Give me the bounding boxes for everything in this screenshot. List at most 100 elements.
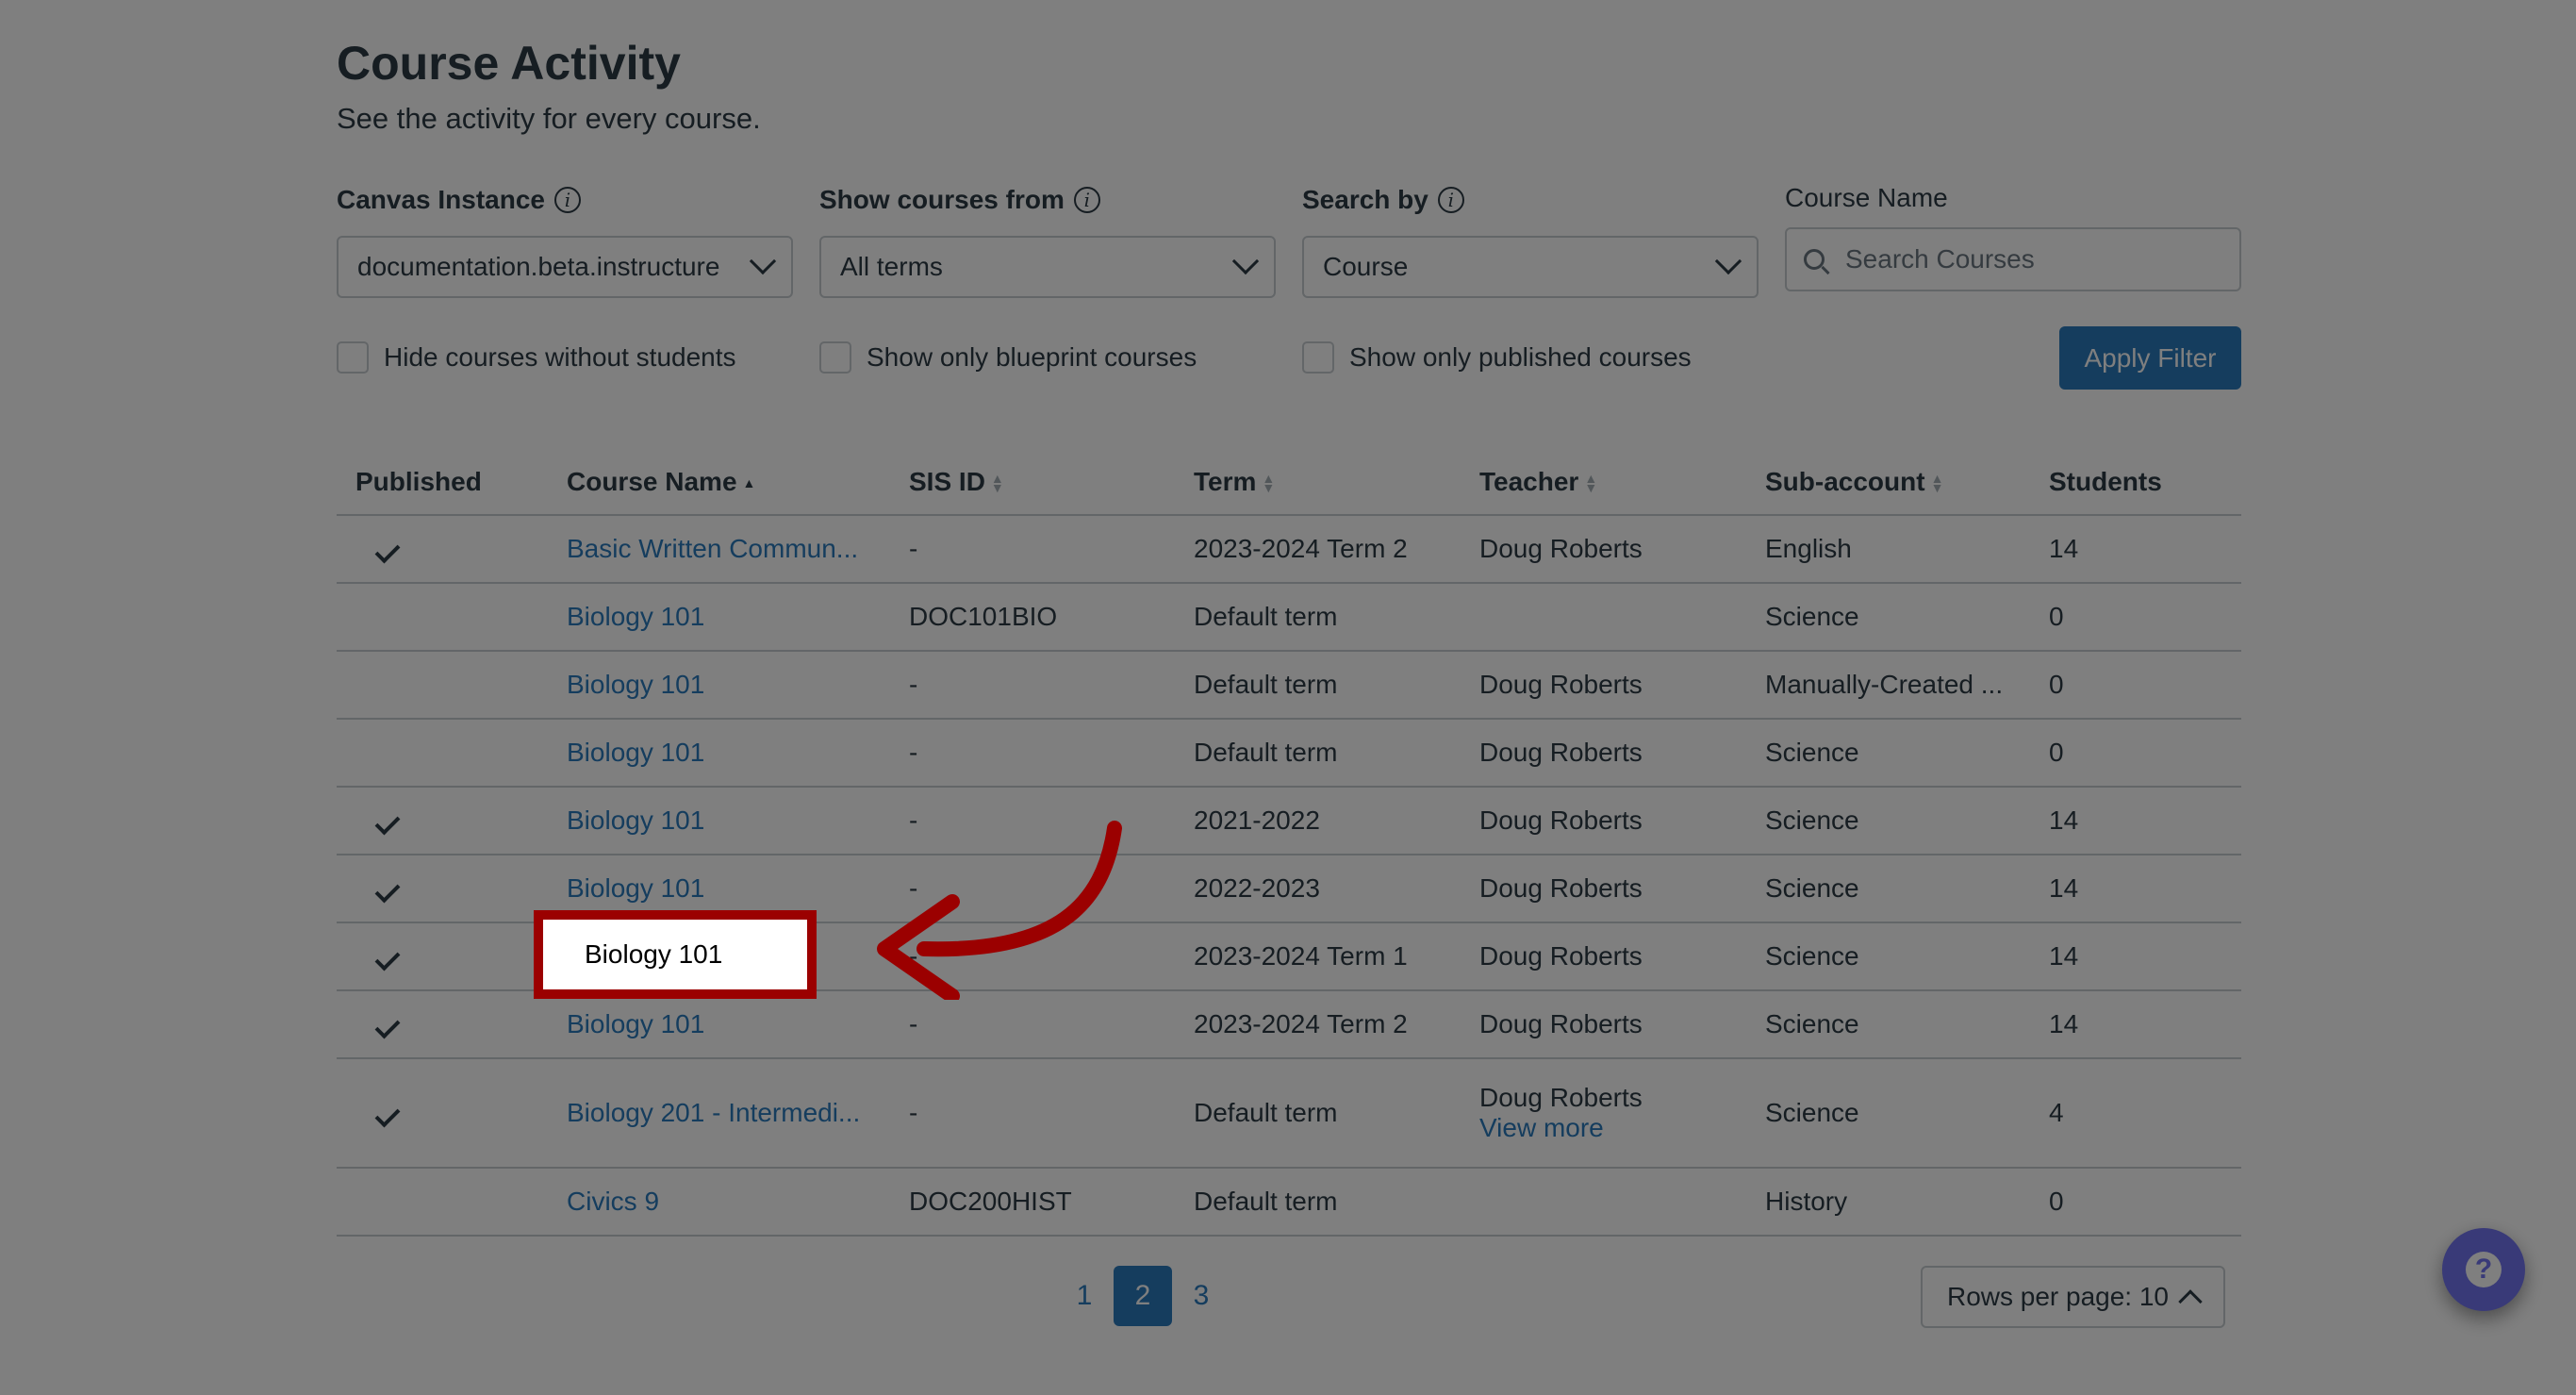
chevron-down-icon (1714, 247, 1742, 275)
students-cell: 14 (2049, 515, 2241, 584)
course-link[interactable]: Biology 101 (567, 1009, 704, 1038)
term-cell: Default term (1194, 1168, 1479, 1237)
check-icon (374, 877, 401, 904)
published-cell (337, 1058, 567, 1169)
course-link[interactable]: Biology 201 - Intermedi... (567, 1098, 860, 1127)
checkbox[interactable] (819, 341, 851, 374)
callout-arrow-icon (877, 821, 1122, 1000)
teacher-cell: Doug Roberts (1479, 855, 1765, 923)
students-cell: 0 (2049, 583, 2241, 652)
canvas-instance-select[interactable]: documentation.beta.instructure (337, 236, 793, 298)
sis-id-cell: DOC101BIO (909, 583, 1194, 652)
term-cell: 2023-2024 Term 2 (1194, 990, 1479, 1059)
info-icon[interactable]: i (554, 187, 581, 213)
checkbox[interactable] (337, 341, 369, 374)
teacher-cell: Doug Roberts (1479, 787, 1765, 855)
hide-courses-without-students-checkbox[interactable]: Hide courses without students (337, 341, 736, 374)
show-courses-from-select[interactable]: All terms (819, 236, 1276, 298)
page-button-1[interactable]: 1 (1055, 1266, 1114, 1326)
teacher-cell: Doug Roberts (1479, 515, 1765, 584)
sub-account-cell: English (1765, 515, 2049, 584)
students-cell: 14 (2049, 855, 2241, 923)
check-icon (374, 945, 401, 972)
column-header-course-name[interactable]: Course Name ▲ (567, 449, 909, 516)
show-only-blueprint-checkbox[interactable]: Show only blueprint courses (819, 341, 1197, 374)
column-header-term[interactable]: Term ▲ ▼ (1194, 449, 1479, 516)
help-button[interactable]: ? (2442, 1228, 2525, 1311)
info-icon[interactable]: i (1437, 187, 1464, 213)
students-cell: 0 (2049, 1168, 2241, 1237)
students-cell: 14 (2049, 990, 2241, 1059)
course-name-cell: Biology 101 (567, 583, 909, 652)
course-link[interactable]: Biology 101 (567, 602, 704, 631)
published-cell (337, 515, 567, 584)
info-icon[interactable]: i (1073, 187, 1100, 213)
teacher-cell (1479, 583, 1765, 652)
table-row: Biology 101 -2023-2024 Term 2 Doug Roberts… (337, 990, 2241, 1059)
course-link[interactable]: Biology 101 (567, 805, 704, 835)
checkbox[interactable] (1302, 341, 1334, 374)
published-cell (337, 1168, 567, 1237)
rows-per-page-select[interactable]: Rows per page: 10 (1921, 1266, 2225, 1328)
teacher-cell: Doug Roberts View more (1479, 1058, 1765, 1169)
column-header-sub-account[interactable]: Sub-account ▲ ▼ (1765, 449, 2049, 516)
course-search-input[interactable] (1845, 244, 2222, 274)
sub-account-cell: Manually-Created ... (1765, 651, 2049, 720)
table-body: Basic Written Commun... -2023-2024 Term 2… (337, 515, 2241, 1237)
course-link[interactable]: Biology 101 (567, 873, 704, 903)
term-cell: Default term (1194, 583, 1479, 652)
sub-account-cell: Science (1765, 787, 2049, 855)
page-subtitle: See the activity for every course. (337, 102, 761, 135)
show-only-published-checkbox[interactable]: Show only published courses (1302, 341, 1692, 374)
sub-account-cell: Science (1765, 855, 2049, 923)
published-cell (337, 651, 567, 720)
page-button-3[interactable]: 3 (1172, 1266, 1230, 1326)
term-cell: Default term (1194, 651, 1479, 720)
teacher-cell: Doug Roberts (1479, 922, 1765, 991)
students-cell: 14 (2049, 787, 2241, 855)
table-row: Basic Written Commun... -2023-2024 Term 2… (337, 515, 2241, 584)
courses-table: Published Course Name ▲ SIS ID ▲ ▼ Term ▲ ▼ T… (337, 449, 2241, 1237)
view-more-link[interactable]: View more (1479, 1113, 1604, 1142)
term-cell: Default term (1194, 1058, 1479, 1169)
sis-id-cell: - (909, 990, 1194, 1059)
apply-filter-button[interactable]: Apply Filter (2059, 326, 2241, 390)
table-row: Biology 101 - Default term Doug Roberts Manu… (337, 651, 2241, 720)
course-link[interactable]: Biology 101 (567, 738, 704, 767)
students-cell: 0 (2049, 719, 2241, 788)
page-title: Course Activity (337, 37, 681, 90)
term-cell: 2023-2024 Term 1 (1194, 922, 1479, 991)
course-link[interactable]: Civics 9 (567, 1187, 659, 1216)
published-cell (337, 719, 567, 788)
teacher-cell: Doug Roberts (1479, 990, 1765, 1059)
students-cell: 0 (2049, 651, 2241, 720)
check-icon (374, 809, 401, 836)
sort-icon: ▲ ▼ (1262, 471, 1276, 496)
term-cell: 2023-2024 Term 2 (1194, 515, 1479, 584)
sis-id-cell: - (909, 1058, 1194, 1169)
table-row: Biology 101-2021-2022 Doug Roberts Science… (337, 787, 2241, 855)
highlighted-course-link[interactable]: Biology 101 (534, 910, 817, 999)
column-header-sis-id[interactable]: SIS ID ▲ ▼ (909, 449, 1194, 516)
sub-account-cell: History (1765, 1168, 2049, 1237)
search-icon (1804, 249, 1825, 270)
published-cell (337, 787, 567, 855)
table-header-row: Published Course Name ▲ SIS ID ▲ ▼ Term ▲ ▼ T… (337, 449, 2241, 516)
sub-account-cell: Science (1765, 719, 2049, 788)
pagination: 1 2 3 (1055, 1266, 1230, 1326)
course-link[interactable]: Biology 101 (567, 670, 704, 699)
search-by-select[interactable]: Course (1302, 236, 1759, 298)
column-header-teacher[interactable]: Teacher ▲ ▼ (1479, 449, 1765, 516)
course-link[interactable]: Basic Written Commun... (567, 534, 858, 563)
course-name-cell: Civics 9 (567, 1168, 909, 1237)
check-icon (374, 538, 401, 564)
page-button-2-current[interactable]: 2 (1114, 1266, 1172, 1326)
column-header-students: Students (2049, 449, 2241, 516)
course-name-cell: Biology 101 (567, 651, 909, 720)
sis-id-cell: - (909, 651, 1194, 720)
published-cell (337, 855, 567, 923)
chevron-down-icon (749, 247, 777, 275)
course-search-field[interactable] (1785, 227, 2241, 291)
sis-id-cell: - (909, 719, 1194, 788)
check-icon (374, 1102, 401, 1128)
